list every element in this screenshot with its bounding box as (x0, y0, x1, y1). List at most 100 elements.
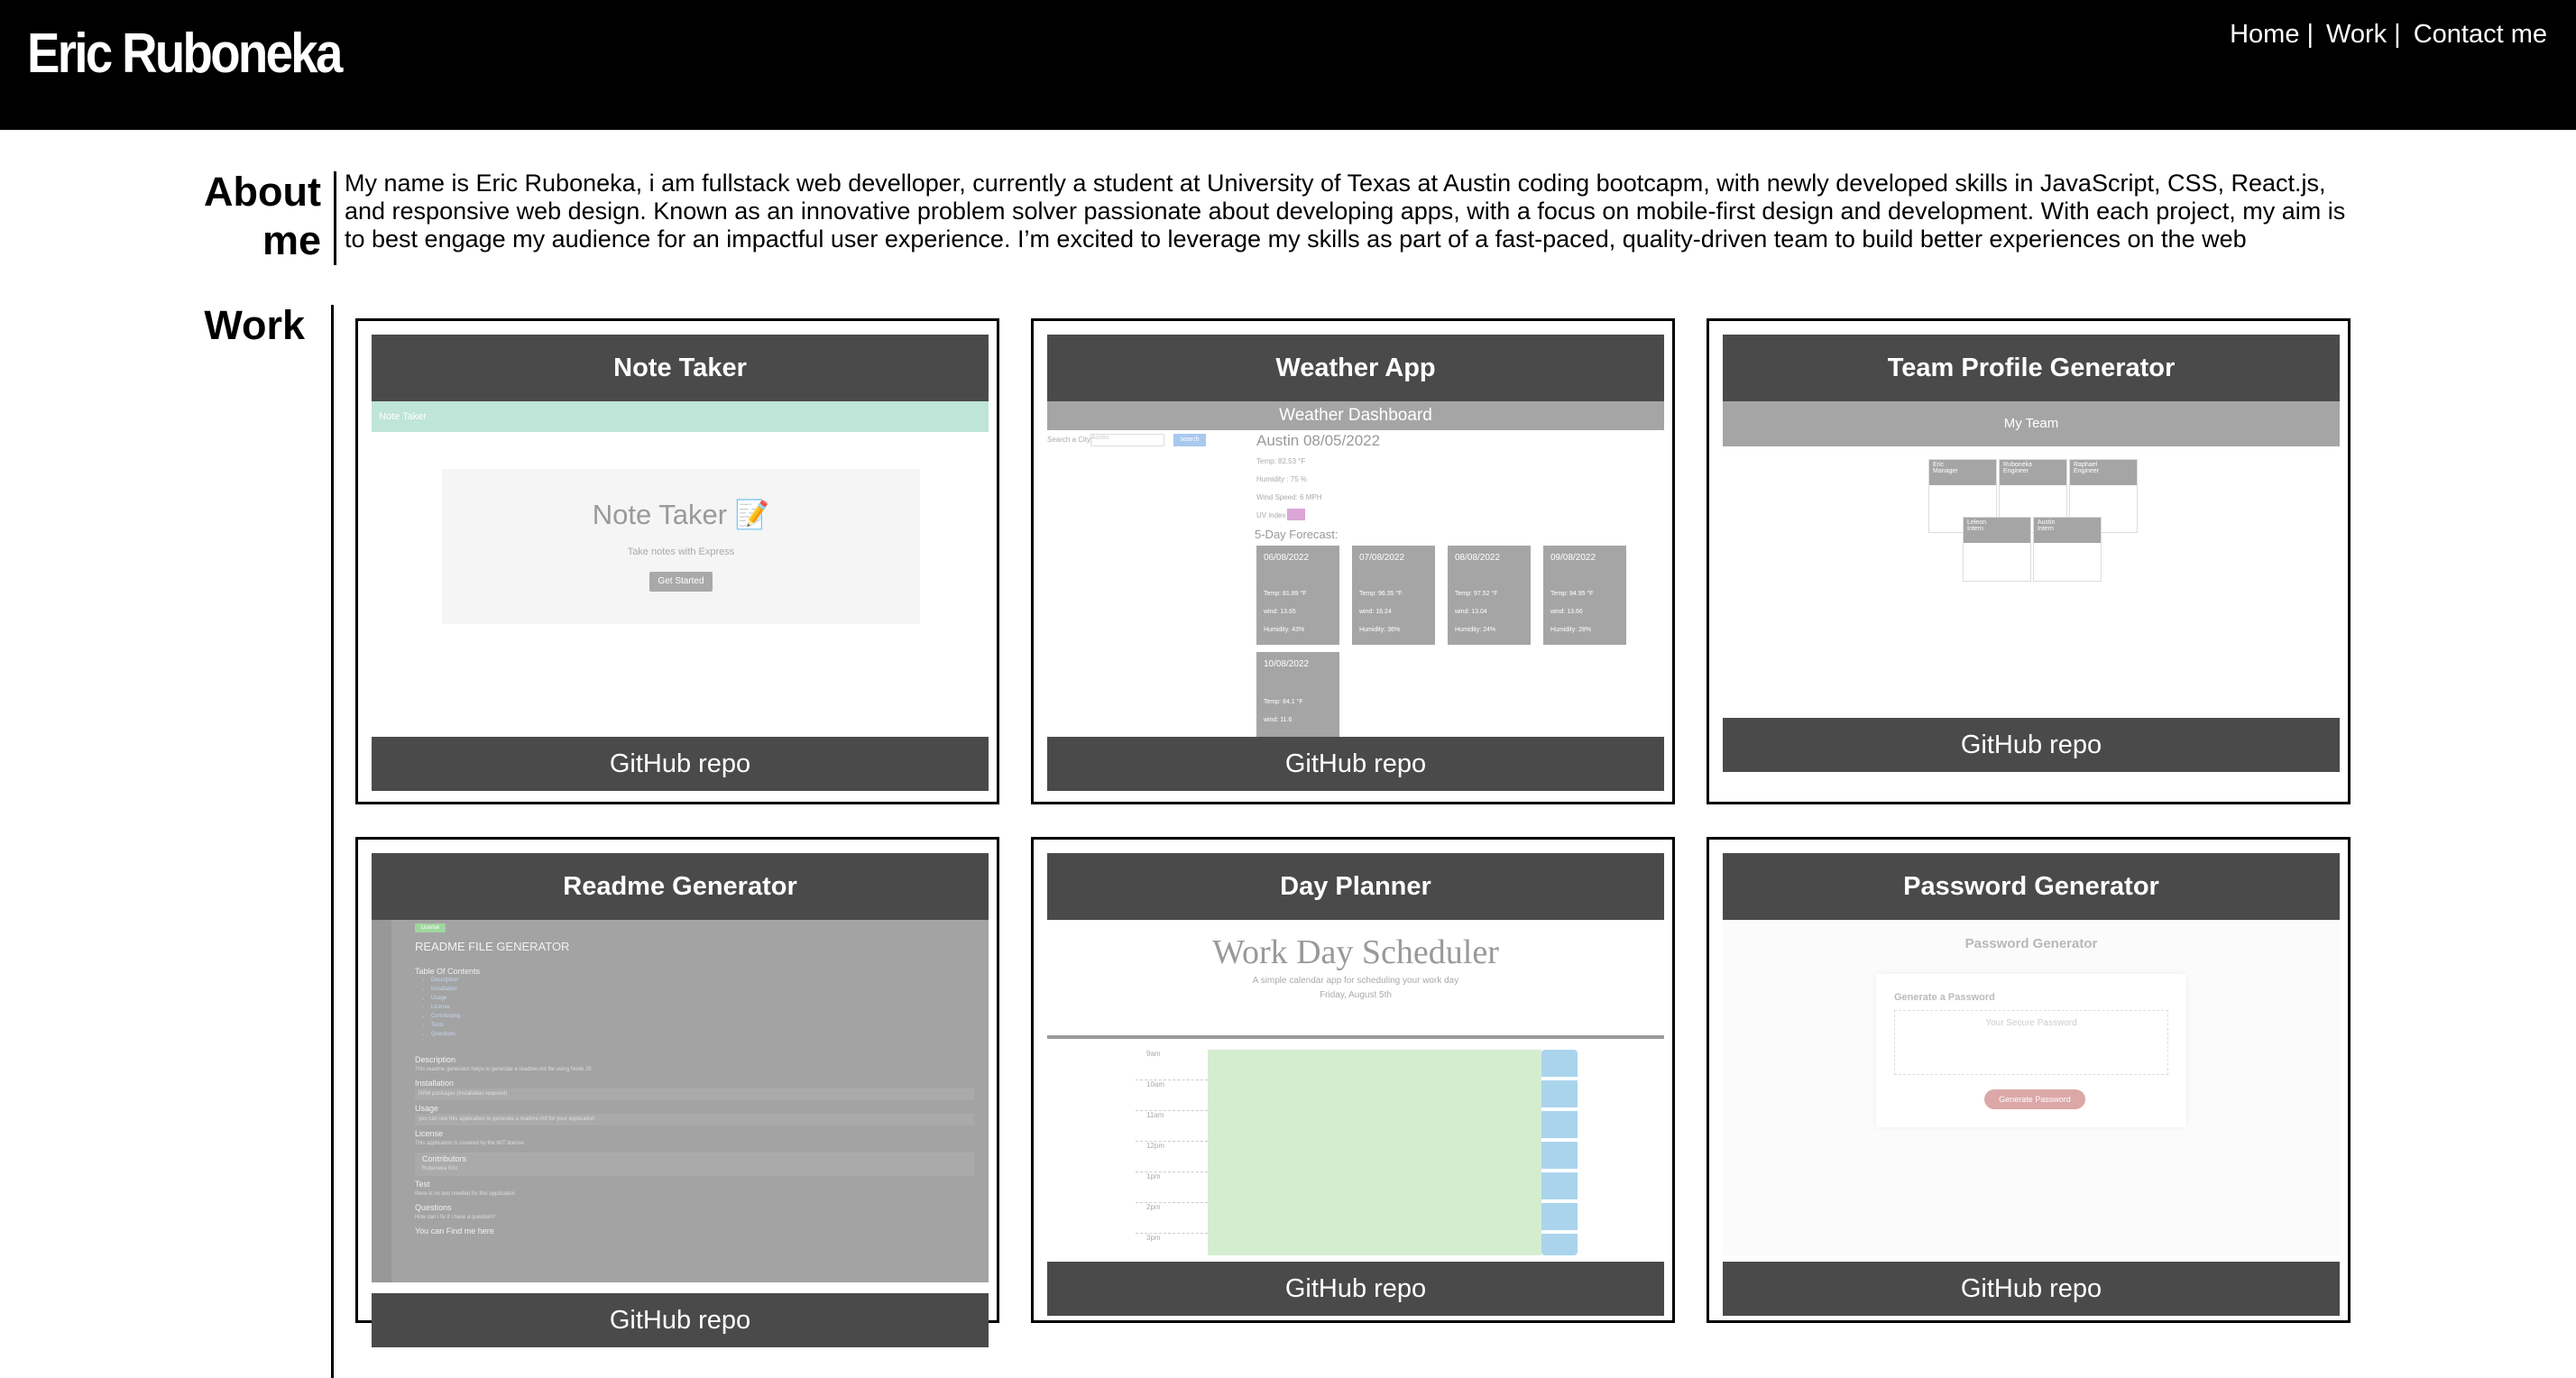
hour-label: 3pm (1146, 1234, 1161, 1242)
project-title: Team Profile Generator (1723, 335, 2340, 401)
project-title: Weather App (1047, 335, 1664, 401)
forecast-temp: Temp: 81.89 °F (1264, 591, 1307, 597)
section-heading: License (415, 1129, 444, 1138)
member-name: Eric (1933, 462, 1945, 468)
preview-title: Password Generator (1964, 936, 2098, 951)
forecast-temp: Temp: 84.1 °F (1264, 699, 1303, 705)
about-heading: About me (162, 168, 321, 265)
toc-item: Usage (431, 994, 460, 1003)
forecast-day-card: 10/08/2022 Temp: 84.1 °F wind: 11.6 (1256, 652, 1339, 737)
forecast-date: 09/08/2022 (1550, 553, 1596, 563)
top-nav: Home | Work | Contact me (2230, 20, 2547, 50)
project-screenshot[interactable]: Note Taker Note Taker 📝 Take notes with … (372, 401, 989, 737)
preview-toc-list: Description Installation Usage License C… (419, 976, 460, 1039)
project-title: Note Taker (372, 335, 989, 401)
section-text: NPM packages (installation required) (415, 1089, 974, 1100)
project-card-day-planner: Day Planner Work Day Scheduler A simple … (1031, 837, 1675, 1323)
preview-search-label: Search a City: (1047, 436, 1093, 444)
project-title: Readme Generator (372, 853, 989, 920)
forecast-wind: wind: 13.04 (1455, 609, 1487, 615)
section-heading: Description (415, 1055, 456, 1064)
github-repo-button[interactable]: GitHub repo (1047, 737, 1664, 791)
preview-divider (1047, 1035, 1664, 1039)
forecast-date: 10/08/2022 (1264, 659, 1310, 669)
forecast-humidity: Humidity: 43% (1264, 627, 1305, 633)
forecast-wind: wind: 16.24 (1359, 609, 1392, 615)
github-repo-button[interactable]: GitHub repo (1047, 1262, 1664, 1316)
hour-label: 2pm (1136, 1203, 1208, 1234)
section-heading: Test (415, 1180, 430, 1189)
section-heading: Usage (415, 1104, 439, 1113)
section-heading: Questions (415, 1203, 452, 1212)
hour-label: 1pm (1136, 1172, 1208, 1203)
preview-subtitle: Take notes with Express (627, 547, 735, 557)
section-text: Ruboneka Eric (422, 1166, 458, 1171)
project-card-weather-app: Weather App Weather Dashboard Search a C… (1031, 318, 1675, 804)
project-screenshot[interactable]: Weather Dashboard Search a City: Austin … (1047, 401, 1664, 737)
nav-home[interactable]: Home (2230, 20, 2299, 50)
forecast-humidity: Humidity: 24% (1455, 627, 1496, 633)
preview-line: UV index (1256, 511, 1286, 519)
forecast-day-card: 09/08/2022 Temp: 94.95 °F wind: 13.66 Hu… (1543, 546, 1626, 645)
github-repo-button[interactable]: GitHub repo (372, 1293, 989, 1347)
project-screenshot[interactable]: Password Generator Generate a Password Y… (1723, 920, 2340, 1255)
preview-toc: Table Of Contents (415, 967, 481, 976)
forecast-temp: Temp: 94.95 °F (1550, 591, 1594, 597)
section-text: How can i fix if i have a question? (415, 1215, 496, 1220)
uv-badge (1287, 509, 1305, 520)
section-text: there is no test needed for this applica… (415, 1191, 516, 1197)
toc-item: Installation (431, 985, 460, 994)
project-title: Day Planner (1047, 853, 1664, 920)
preview-search-button: search (1173, 434, 1206, 446)
member-name: Austin (2038, 519, 2056, 526)
preview-line: Temp: 82.53 °F (1256, 457, 1306, 465)
project-screenshot[interactable]: Work Day Scheduler A simple calendar app… (1047, 920, 1664, 1255)
team-member-card: Leleon Intern (1963, 517, 2031, 582)
forecast-day-card: 07/08/2022 Temp: 96.35 °F wind: 16.24 Hu… (1352, 546, 1435, 645)
forecast-wind: wind: 13.65 (1264, 609, 1296, 615)
project-card-team-profile-generator: Team Profile Generator My Team Eric Manag… (1707, 318, 2351, 804)
section-text: This readme generator helps to generate … (415, 1067, 592, 1072)
forecast-date: 08/08/2022 (1455, 553, 1501, 563)
work-heading: Work (204, 302, 305, 348)
toc-item: Description (431, 976, 460, 985)
project-screenshot[interactable]: License README FILE GENERATOR Table Of C… (372, 920, 989, 1282)
toc-item: Questions (431, 1030, 460, 1039)
preview-generate-button: Generate Password (1984, 1089, 2085, 1109)
preview-navbar: Note Taker (372, 401, 989, 432)
about-heading-line1: About (204, 169, 321, 215)
member-role: Intern (1967, 526, 1983, 532)
member-header: Eric Manager (1929, 460, 1996, 485)
work-divider (331, 305, 334, 1378)
member-role: Intern (2038, 526, 2054, 532)
preview-header: My Team (1723, 401, 2340, 446)
section-text: you can use this application to generate… (415, 1114, 974, 1125)
site-title: Eric Ruboneka (27, 23, 343, 85)
member-name: Raphael (2074, 462, 2098, 468)
preview-header: Weather Dashboard (1047, 401, 1664, 430)
section-heading: Installation (415, 1079, 455, 1088)
section-text: This application is covered by the MIT l… (415, 1141, 524, 1146)
github-repo-button[interactable]: GitHub repo (1723, 1262, 2340, 1316)
nav-work[interactable]: Work (2326, 20, 2387, 50)
project-screenshot[interactable]: My Team Eric Manager Ruboneka Engineer Rap… (1723, 401, 2340, 717)
preview-search: Austin (1090, 434, 1164, 446)
contributors-block: Contributors Ruboneka Eric (415, 1153, 974, 1176)
save-buttons (1541, 1050, 1578, 1255)
forecast-wind: wind: 11.6 (1264, 717, 1293, 723)
preview-date: Friday, August 5th (1320, 990, 1392, 1000)
github-repo-button[interactable]: GitHub repo (372, 737, 989, 791)
forecast-temp: Temp: 97.52 °F (1455, 591, 1498, 597)
member-header: Leleon Intern (1964, 518, 2030, 543)
forecast-date: 06/08/2022 (1264, 553, 1310, 563)
forecast-day-card: 06/08/2022 Temp: 81.89 °F wind: 13.65 Hu… (1256, 546, 1339, 645)
nav-separator: | (2306, 20, 2314, 49)
site-header: Eric Ruboneka Home | Work | Contact me (0, 0, 2576, 130)
forecast-date: 07/08/2022 (1359, 553, 1405, 563)
github-repo-button[interactable]: GitHub repo (1723, 718, 2340, 772)
preview-line: Wind Speed: 6 MPH (1256, 493, 1322, 501)
project-card-password-generator: Password Generator Password Generator Ge… (1707, 837, 2351, 1323)
forecast-day-card: 08/08/2022 Temp: 97.52 °F wind: 13.04 Hu… (1448, 546, 1531, 645)
nav-contact[interactable]: Contact me (2414, 20, 2547, 50)
project-card-note-taker: Note Taker Note Taker Note Taker 📝 Take … (355, 318, 999, 804)
